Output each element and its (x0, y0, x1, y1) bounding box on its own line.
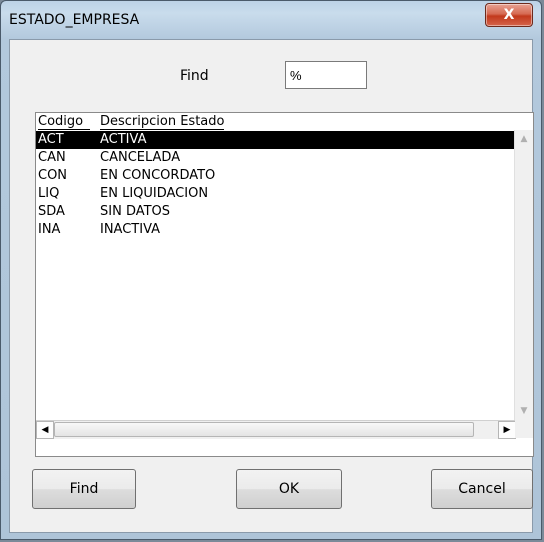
list-rows: ACT ACTIVA CAN CANCELADA CON EN CONCORDA… (36, 131, 518, 239)
row-code: ACT (38, 132, 64, 147)
title-bar[interactable]: ESTADO_EMPRESA X (1, 1, 541, 41)
list-row[interactable]: LIQ EN LIQUIDACION (36, 185, 518, 203)
estado-listbox[interactable]: Codigo Descripcion Estado ACT ACTIVA CAN… (35, 112, 534, 457)
close-button[interactable]: X (485, 3, 533, 27)
row-description: SIN DATOS (100, 204, 171, 219)
scrollbar-corner (515, 420, 533, 438)
vertical-scrollbar[interactable]: ▲ ▼ (514, 130, 533, 420)
row-code: CAN (38, 150, 66, 165)
column-header-descripcion[interactable]: Descripcion Estado (100, 114, 225, 130)
list-header: Codigo Descripcion Estado (36, 113, 516, 130)
row-description: INACTIVA (100, 222, 161, 237)
row-description: ACTIVA (100, 132, 147, 147)
dialog-window: ESTADO_EMPRESA X Find Codigo Descripcion… (0, 0, 542, 540)
find-label: Find (180, 68, 209, 84)
dialog-client-area: Find Codigo Descripcion Estado ACT ACTIV… (9, 39, 534, 533)
list-row[interactable]: CON EN CONCORDATO (36, 167, 518, 185)
column-header-codigo[interactable]: Codigo (38, 114, 90, 130)
row-description: CANCELADA (100, 150, 181, 165)
find-input[interactable] (285, 61, 367, 89)
scroll-down-icon[interactable]: ▼ (515, 402, 533, 420)
close-icon: X (503, 7, 515, 23)
find-button[interactable]: Find (32, 469, 136, 509)
scroll-up-icon[interactable]: ▲ (515, 130, 533, 148)
row-description: EN CONCORDATO (100, 168, 216, 183)
window-title: ESTADO_EMPRESA (9, 12, 140, 28)
row-description: EN LIQUIDACION (100, 186, 209, 201)
list-row[interactable]: INA INACTIVA (36, 221, 518, 239)
scroll-left-icon[interactable]: ◀ (36, 421, 54, 439)
row-code: INA (38, 222, 61, 237)
cancel-button[interactable]: Cancel (431, 469, 533, 509)
list-row[interactable]: ACT ACTIVA (36, 131, 518, 149)
scroll-right-icon[interactable]: ▶ (498, 421, 516, 439)
ok-button[interactable]: OK (236, 469, 342, 509)
horizontal-scroll-thumb[interactable] (54, 422, 474, 437)
row-code: SDA (38, 204, 65, 219)
row-code: LIQ (38, 186, 60, 201)
list-row[interactable]: SDA SIN DATOS (36, 203, 518, 221)
row-code: CON (38, 168, 68, 183)
horizontal-scrollbar[interactable]: ◀ ▶ (36, 420, 516, 439)
list-row[interactable]: CAN CANCELADA (36, 149, 518, 167)
